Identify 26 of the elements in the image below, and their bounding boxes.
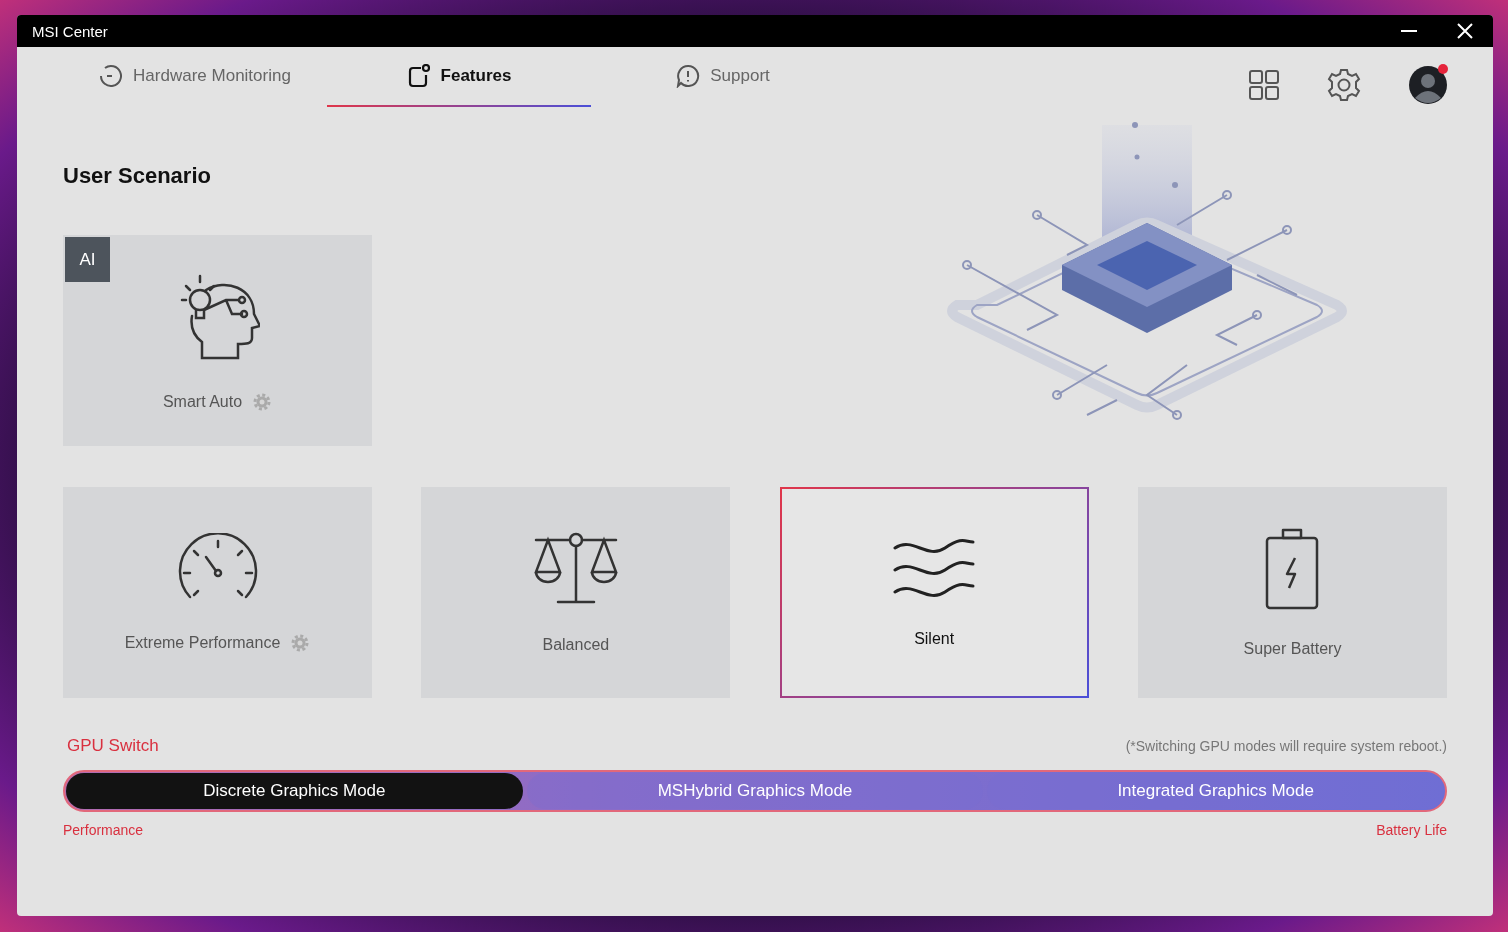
gpu-mode-option[interactable]: Discrete Graphics Mode [66, 773, 523, 809]
scenario-tile[interactable]: AI Smart Auto [63, 235, 372, 446]
ai-badge: AI [65, 237, 110, 282]
performance-label: Performance [63, 822, 144, 838]
scenario-tile[interactable]: Super Battery [1138, 487, 1447, 698]
nav-tab[interactable]: Hardware Monitoring [63, 47, 327, 107]
gpu-switch-title: GPU Switch [66, 736, 159, 756]
battery-icon [1265, 527, 1320, 610]
grid-icon[interactable] [1249, 70, 1279, 100]
close-icon[interactable] [1457, 23, 1473, 39]
clock-icon [99, 64, 124, 88]
balance-scale-icon [531, 531, 620, 606]
user-avatar[interactable] [1409, 66, 1447, 104]
nav-tab[interactable]: Support [591, 47, 855, 107]
waves-icon [893, 537, 976, 600]
scenario-tile[interactable]: Balanced [421, 487, 731, 698]
scenario-tile[interactable]: Silent [779, 487, 1089, 698]
square-dot-icon [406, 64, 431, 88]
settings-icon[interactable] [1327, 68, 1361, 102]
nav-tab[interactable]: Features [327, 47, 591, 107]
window-title: MSI Center [32, 22, 108, 40]
section-title: User Scenario [63, 163, 212, 189]
scenario-tile[interactable]: Extreme Performance [63, 487, 372, 698]
alert-bubble-icon [676, 64, 701, 88]
battery-life-label: Battery Life [1376, 822, 1447, 838]
reboot-note: (*Switching GPU modes will require system reboot.) [1125, 738, 1447, 754]
